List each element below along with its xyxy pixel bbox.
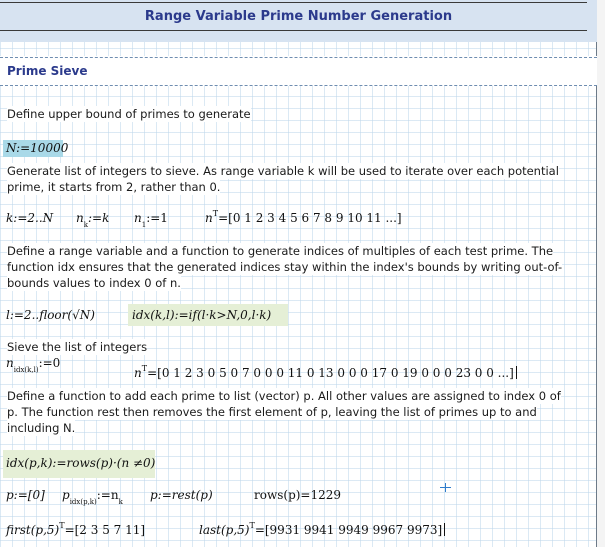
math-N-definition[interactable]: N:=10000 <box>6 141 68 155</box>
math-nk-assign[interactable]: nk:=k <box>76 211 109 229</box>
text-region-upper-bound[interactable]: Define upper bound of primes to generate <box>7 106 251 122</box>
text-region-add-prime[interactable]: Define a function to add each prime to l… <box>7 388 561 404</box>
math-rows-eval[interactable]: rows(p)=1229 <box>254 488 341 502</box>
section-title: Prime Sieve <box>7 64 88 78</box>
title-rule-bottom <box>0 30 587 31</box>
text-region-add-prime-2[interactable]: p. The function rest then removes the fi… <box>7 404 537 420</box>
section-rule-bottom <box>0 85 597 86</box>
edit-cursor-2 <box>444 523 446 536</box>
page-title: Range Variable Prime Number Generation <box>144 9 453 24</box>
text-region-sieve[interactable]: Sieve the list of integers <box>7 339 148 355</box>
text-region-add-prime-3[interactable]: including N. <box>7 420 76 436</box>
edit-cursor <box>515 366 517 379</box>
math-l-range[interactable]: l:=2..floor(√N) <box>6 308 95 322</box>
math-idx-pk-function[interactable]: idx(p,k):=rows(p)·(n ≠0) <box>6 456 155 470</box>
section-region <box>0 56 597 86</box>
text-region-generate-2[interactable]: prime, it starts from 2, rather than 0. <box>7 179 221 195</box>
text-region-range-fn-3[interactable]: bounds values to index 0 of n. <box>7 275 181 291</box>
math-idx-function[interactable]: idx(k,l):=if(l·k>N,0,l·k) <box>132 308 271 322</box>
math-p-rest[interactable]: p:=rest(p) <box>150 488 213 502</box>
scroll-strip[interactable] <box>597 0 605 547</box>
math-nT-eval[interactable]: nT=[0 1 2 3 4 5 6 7 8 9 10 11 ...] <box>205 209 402 225</box>
math-sieve-assign[interactable]: nidx(k,l):=0 <box>6 356 60 374</box>
title-rule-top <box>0 2 587 3</box>
crosshair-cursor-icon <box>440 480 451 495</box>
text-region-range-fn-2[interactable]: function idx ensures that the generated … <box>7 259 563 275</box>
section-rule-top <box>0 57 597 58</box>
math-p-init[interactable]: p:=[0] <box>6 488 45 502</box>
math-k-range[interactable]: k:=2..N <box>6 211 53 225</box>
math-n1-assign[interactable]: n1:=1 <box>134 211 168 229</box>
text-region-range-fn[interactable]: Define a range variable and a function t… <box>7 243 554 259</box>
math-nT-sieved-eval[interactable]: nT=[0 1 2 3 0 5 0 7 0 0 0 11 0 13 0 0 0 … <box>134 364 517 380</box>
math-p-idx-assign[interactable]: pidx(p,k):=nk <box>62 488 123 506</box>
text-region-generate[interactable]: Generate list of integers to sieve. As r… <box>7 163 559 179</box>
math-first-eval[interactable]: first(p,5)T=[2 3 5 7 11] <box>6 521 145 537</box>
math-last-eval[interactable]: last(p,5)T=[9931 9941 9949 9967 9973] <box>199 521 446 537</box>
